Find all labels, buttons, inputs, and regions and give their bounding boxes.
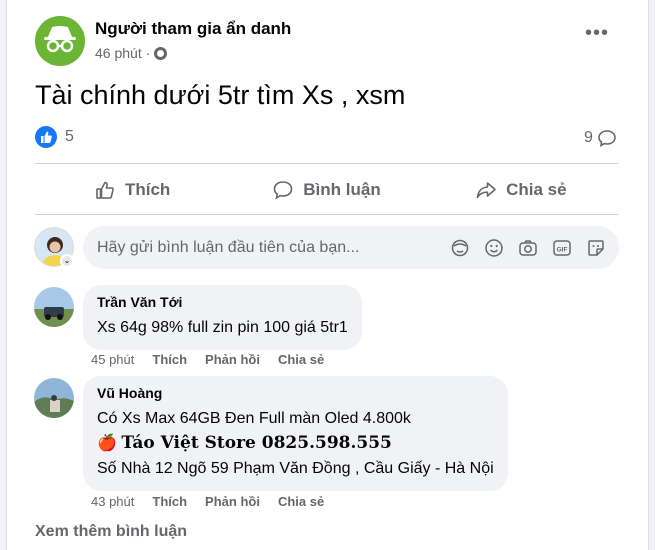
comment-time[interactable]: 45 phút [91,352,134,367]
comment-bubble: Vũ Hoàng Có Xs Max 64GB Đen Full màn Ole… [83,376,508,491]
like-reaction-icon [35,126,57,148]
meta-separator: · [145,45,151,61]
composer-icons: GIF [449,237,619,259]
action-bar: Thích Bình luận Chia sẻ [35,172,618,208]
comment-address: Số Nhà 12 Ngõ 59 Phạm Văn Đồng , Cầu Giấ… [97,460,494,477]
commenter-avatar[interactable] [34,378,74,418]
like-button[interactable]: Thích [35,172,229,208]
comment-text: Xs 64g 98% full zin pin 100 giá 5tr1 [97,319,348,336]
view-more-comments-link[interactable]: Xem thêm bình luận [35,523,187,541]
post-time[interactable]: 46 phút [95,45,142,61]
chevron-down-icon[interactable]: ⌄ [60,254,74,268]
post-meta: 46 phút · [95,45,168,61]
comment-time[interactable]: 43 phút [91,494,134,509]
post-author[interactable]: Người tham gia ẩn danh [95,19,291,39]
store-name: Táo Việt Store 0825.598.555 [121,433,392,453]
comment-reply-button[interactable]: Phản hồi [205,494,260,509]
share-button[interactable]: Chia sẻ [424,172,618,208]
thumbs-up-icon [96,181,114,199]
camera-icon[interactable] [517,237,539,259]
reaction-count: 5 [65,128,74,145]
divider-bottom [35,214,618,215]
comment-count-value: 9 [584,129,593,146]
comment-bubble-icon [598,130,616,148]
comment-text-line: Có Xs Max 64GB Đen Full màn Oled 4.800k [97,410,411,427]
comment-meta: 43 phút Thích Phản hồi Chia sẻ [91,494,324,509]
reaction-summary[interactable]: 5 [35,126,74,148]
commenter-name[interactable]: Vũ Hoàng [97,385,494,401]
post-text: Tài chính dưới 5tr tìm Xs , xsm [35,80,406,110]
share-icon [476,182,496,199]
comment-like-button[interactable]: Thích [152,494,187,509]
comment-count[interactable]: 9 [584,128,617,148]
share-label: Chia sẻ [506,180,567,199]
comment-reply-button[interactable]: Phản hồi [205,352,260,367]
comment-like-button[interactable]: Thích [152,352,187,367]
more-options-icon[interactable]: ••• [585,23,609,43]
anonymous-avatar[interactable] [35,16,85,66]
comment-share-button[interactable]: Chia sẻ [278,352,324,367]
divider-top [35,163,618,164]
gif-icon[interactable]: GIF [551,237,573,259]
comment-input[interactable]: Hãy gửi bình luận đầu tiên của bạn... [97,239,449,257]
sticker-icon[interactable] [585,237,607,259]
post-card: Người tham gia ẩn danh 46 phút · ••• Tài… [6,0,649,550]
comment-share-button[interactable]: Chia sẻ [278,494,324,509]
globe-icon [154,46,168,60]
comment-label: Bình luận [303,180,381,199]
comment-bubble: Trần Văn Tới Xs 64g 98% full zin pin 100… [83,285,362,350]
commenter-avatar[interactable] [34,287,74,327]
svg-text:GIF: GIF [557,246,568,253]
apple-icon: 🍎 [97,435,117,452]
emoji-icon[interactable] [483,237,505,259]
comment-button[interactable]: Bình luận [229,172,423,208]
like-label: Thích [124,180,171,199]
comment-icon [273,181,293,200]
avatar-sticker-icon[interactable] [449,237,471,259]
comment-composer[interactable]: Hãy gửi bình luận đầu tiên của bạn... GI… [83,226,619,269]
commenter-name[interactable]: Trần Văn Tới [97,294,348,310]
comment-meta: 45 phút Thích Phản hồi Chia sẻ [91,352,324,367]
store-line: 🍎 Táo Việt Store 0825.598.555 [97,431,494,456]
